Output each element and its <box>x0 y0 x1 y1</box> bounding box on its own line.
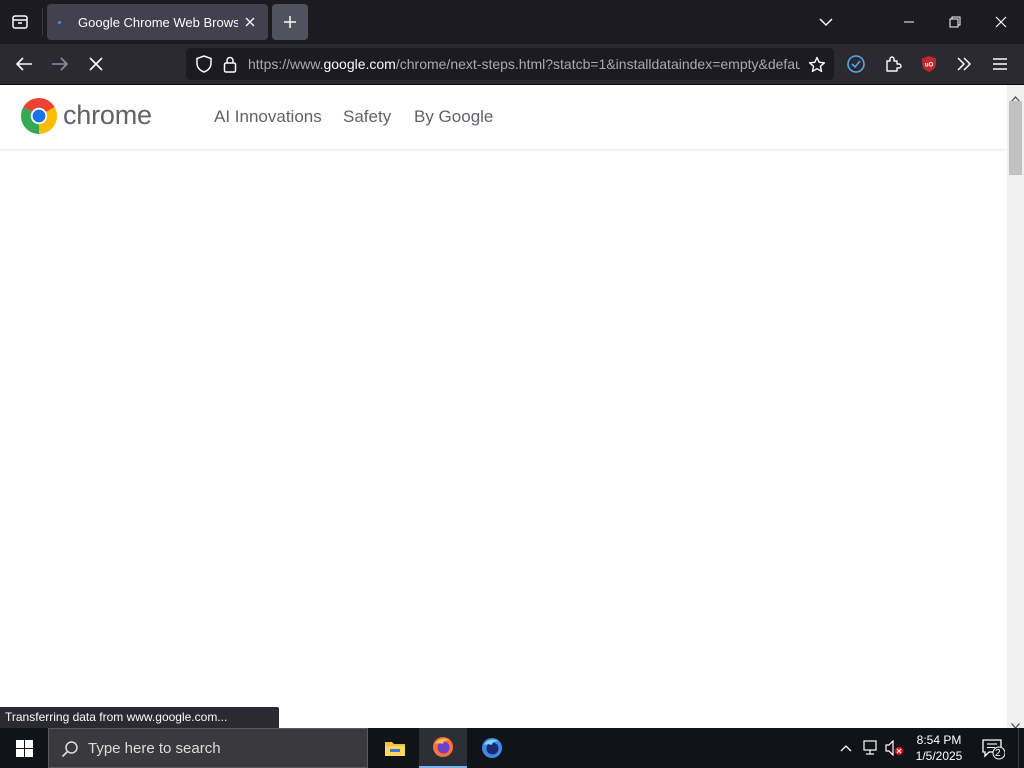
vertical-scrollbar[interactable] <box>1007 85 1024 729</box>
extension-check-icon[interactable] <box>842 50 870 78</box>
minimize-button[interactable] <box>886 0 932 44</box>
hamburger-menu-icon[interactable] <box>986 50 1014 78</box>
tab-active[interactable]: Google Chrome Web Browser <box>47 4 268 40</box>
back-button[interactable] <box>8 48 40 80</box>
tracking-protection-shield-icon[interactable] <box>192 52 216 76</box>
list-all-tabs-icon[interactable] <box>6 8 34 36</box>
url-prefix: https://www. <box>248 56 324 72</box>
tab-title: Google Chrome Web Browser <box>78 14 238 30</box>
plus-icon <box>284 16 296 28</box>
search-placeholder: Type here to search <box>88 740 221 757</box>
status-panel: Transferring data from www.google.com... <box>0 707 279 728</box>
restore-button[interactable] <box>932 0 978 44</box>
navigation-toolbar: https://www.google.com/chrome/next-steps… <box>0 44 1024 85</box>
tab-strip: Google Chrome Web Browser <box>0 0 1024 44</box>
chevron-double-right-icon[interactable] <box>950 50 978 78</box>
lock-icon[interactable] <box>218 52 242 76</box>
site-header: chrome AI Innovations Safety By Google <box>0 85 1007 150</box>
taskbar-search-box[interactable]: Type here to search <box>48 728 368 768</box>
firefox-taskbar-icon[interactable] <box>419 728 467 768</box>
new-tab-button[interactable] <box>272 4 308 40</box>
windows-taskbar: Type here to search 8:54 PM 1/5/2025 2 <box>0 728 1024 768</box>
nav-ai-innovations[interactable]: AI Innovations <box>214 107 322 127</box>
url-text[interactable]: https://www.google.com/chrome/next-steps… <box>248 56 800 72</box>
bookmark-star-icon[interactable] <box>804 52 830 78</box>
network-icon[interactable] <box>861 739 881 757</box>
firefox-dev-taskbar-icon[interactable] <box>468 728 516 768</box>
show-hidden-icons-chevron-icon[interactable] <box>838 740 854 756</box>
nav-safety[interactable]: Safety <box>343 107 391 127</box>
windows-logo-icon <box>15 739 33 757</box>
clock-time: 8:54 PM <box>916 733 962 747</box>
show-desktop-button[interactable] <box>1018 728 1024 768</box>
tabstrip-divider <box>42 8 43 36</box>
stop-loading-button[interactable] <box>80 48 112 80</box>
url-path: /chrome/next-steps.html?statcb=1&install… <box>395 56 800 72</box>
clock-date: 1/5/2025 <box>915 749 963 763</box>
notification-count-badge: 2 <box>995 748 1001 759</box>
ublock-origin-icon[interactable]: uO <box>915 50 943 78</box>
close-window-button[interactable] <box>978 0 1024 44</box>
tab-loading-icon <box>58 20 61 24</box>
nav-by-google[interactable]: By Google <box>414 107 493 127</box>
svg-text:uO: uO <box>925 63 934 69</box>
notification-center-icon[interactable]: 2 <box>978 736 1008 762</box>
taskbar-clock[interactable]: 8:54 PM 1/5/2025 <box>908 732 970 764</box>
address-bar[interactable]: https://www.google.com/chrome/next-steps… <box>186 48 834 80</box>
search-icon <box>61 740 79 763</box>
forward-button[interactable] <box>44 48 76 80</box>
extensions-puzzle-icon[interactable] <box>879 50 907 78</box>
file-explorer-icon[interactable] <box>371 728 419 768</box>
close-icon[interactable] <box>238 10 262 34</box>
scrollbar-thumb[interactable] <box>1009 101 1022 175</box>
chevron-down-icon[interactable] <box>812 8 840 36</box>
volume-muted-icon[interactable] <box>885 739 905 757</box>
chrome-logo-icon[interactable] <box>20 97 58 134</box>
page-content: chrome AI Innovations Safety By Google <box>0 85 1007 728</box>
url-host: google.com <box>323 56 396 72</box>
logo-wordmark[interactable]: chrome <box>63 100 152 131</box>
start-button[interactable] <box>0 728 48 768</box>
